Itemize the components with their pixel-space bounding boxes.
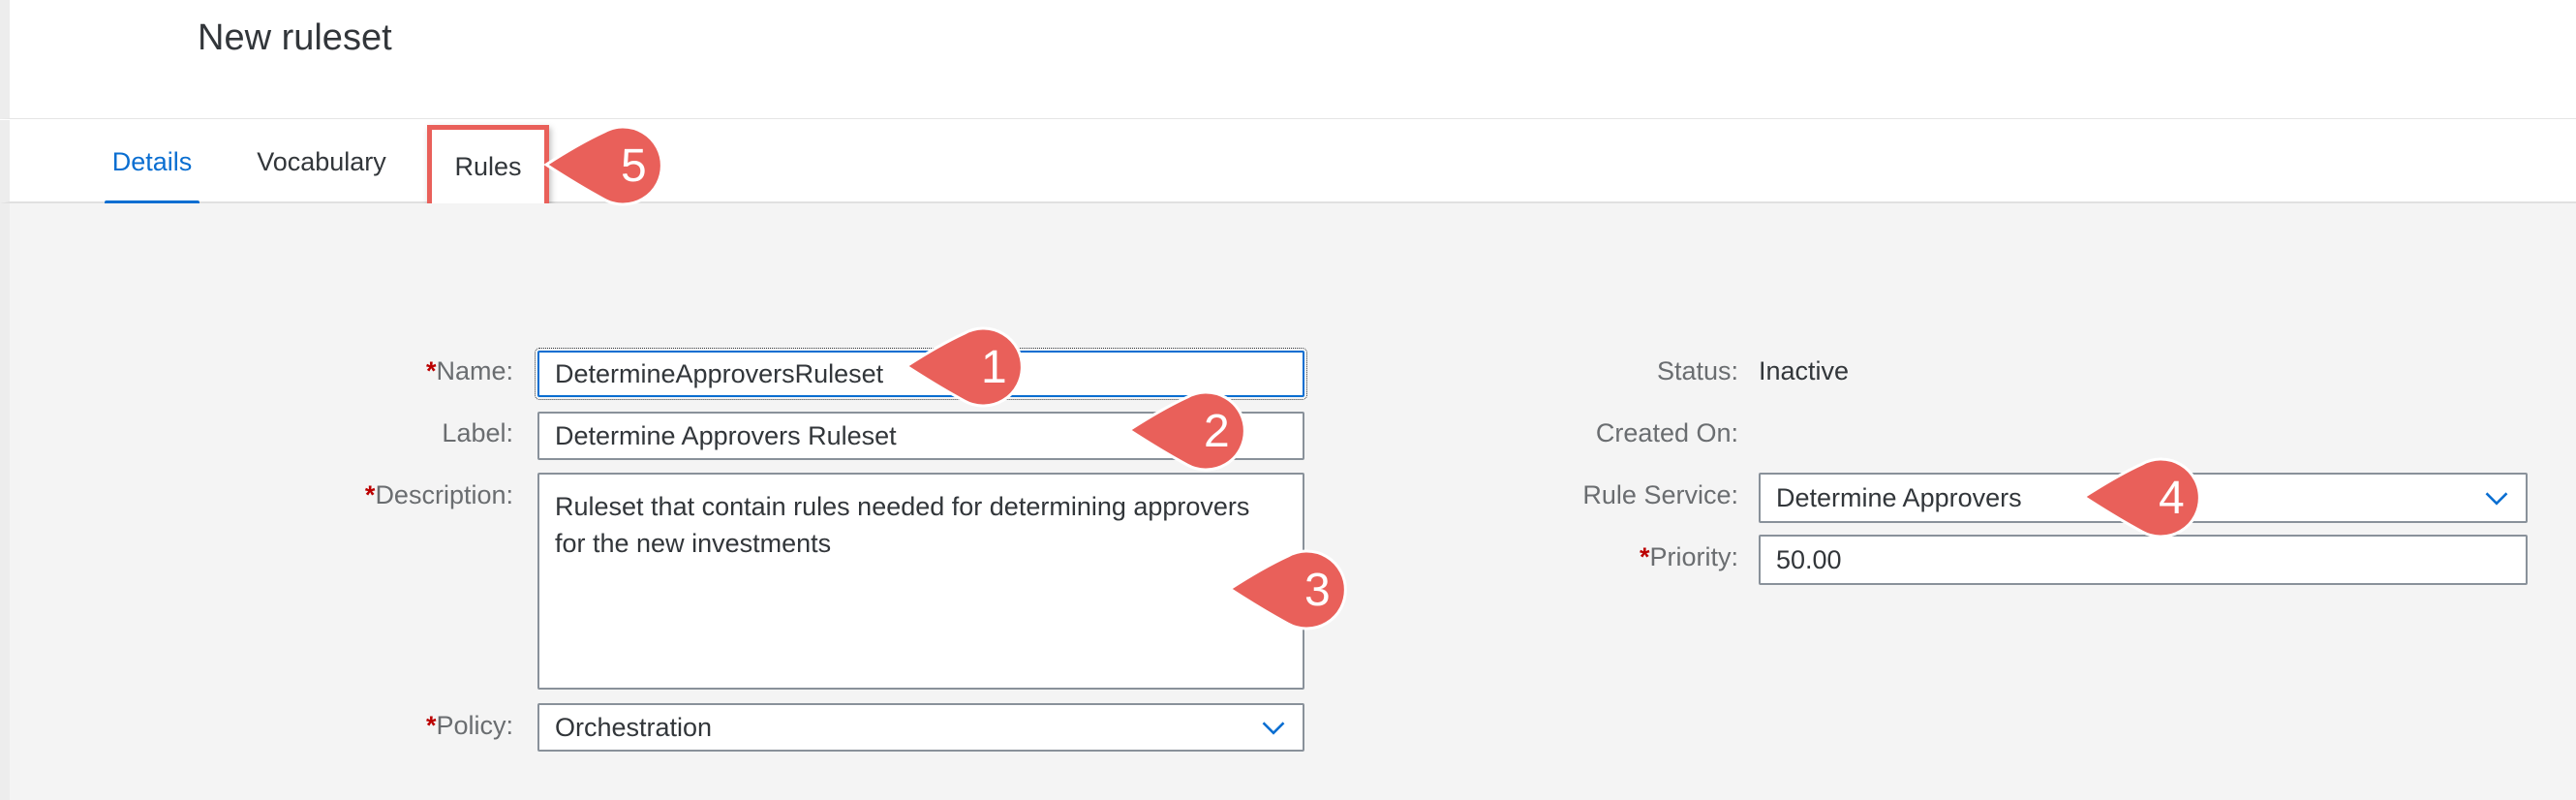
chevron-down-icon: [2485, 492, 2508, 506]
page-title: New ruleset: [198, 17, 392, 58]
status-value: Inactive: [1759, 356, 1850, 385]
priority-label: *Priority:: [1639, 542, 1738, 571]
rule-service-label: Rule Service:: [1582, 480, 1738, 509]
priority-input[interactable]: 50.00: [1759, 535, 2528, 585]
name-label: *Name:: [425, 356, 513, 385]
tab-vocabulary[interactable]: Vocabulary: [250, 120, 393, 203]
tab-rules[interactable]: Rules: [427, 125, 549, 208]
label-label: Label:: [442, 418, 513, 447]
policy-select[interactable]: Orchestration: [537, 703, 1304, 752]
description-label: *Description:: [364, 480, 513, 509]
callout-marker-icon: [904, 326, 1024, 408]
callout-3: 3: [1224, 544, 1367, 633]
callout-marker-icon: [1126, 390, 1246, 472]
callout-marker-icon: [2081, 457, 2201, 538]
callout-marker-icon: [543, 125, 663, 206]
tab-details[interactable]: Details: [105, 120, 199, 205]
callout-4: 4: [2078, 452, 2222, 541]
description-textarea[interactable]: Ruleset that contain rules needed for de…: [537, 473, 1304, 690]
callout-marker-icon: [1227, 549, 1347, 631]
callout-1: 1: [901, 322, 1044, 411]
tab-bar: Details Vocabulary Rules: [0, 120, 2576, 208]
callout-5: 5: [540, 120, 684, 209]
policy-label: *Policy:: [425, 711, 513, 740]
status-label: Status:: [1656, 356, 1738, 385]
created-on-label: Created On:: [1595, 418, 1738, 447]
callout-2: 2: [1123, 385, 1267, 475]
page-header: New ruleset: [0, 0, 2576, 119]
chevron-down-icon: [1262, 722, 1285, 735]
